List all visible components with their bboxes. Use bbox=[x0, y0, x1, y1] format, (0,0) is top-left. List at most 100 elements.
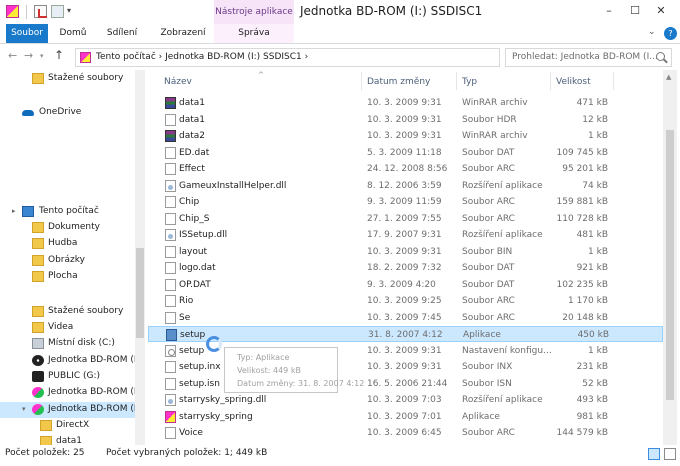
up-arrow-icon[interactable]: ↑ bbox=[54, 48, 64, 62]
file-type: Soubor DAT bbox=[462, 147, 515, 158]
nav-item-label: Videa bbox=[48, 322, 74, 332]
properties-icon[interactable] bbox=[34, 5, 47, 18]
tab-sdileni[interactable]: Sdílení bbox=[100, 24, 144, 43]
ribbon-tab-bar: Soubor Domů Sdílení Zobrazení Správa ⌄ ? bbox=[0, 24, 680, 44]
column-divider[interactable] bbox=[613, 72, 614, 90]
column-divider[interactable] bbox=[456, 72, 457, 90]
file-row[interactable]: starrysky_spring.dll 10. 3. 2009 7:03 Rozš… bbox=[148, 392, 663, 408]
file-row[interactable]: data1 10. 3. 2009 9:31 WinRAR archiv 471 kB bbox=[148, 95, 663, 111]
minimize-button[interactable]: – bbox=[596, 0, 622, 24]
navigation-pane-scrollbar[interactable] bbox=[135, 70, 145, 445]
app-icon[interactable] bbox=[6, 5, 19, 18]
nav-item-onedrive[interactable]: OneDrive bbox=[0, 105, 135, 121]
scrollbar-thumb[interactable] bbox=[666, 130, 674, 400]
file-date: 31. 8. 2007 4:12 bbox=[368, 330, 443, 340]
nav-item-dokumenty[interactable]: Dokumenty bbox=[0, 220, 135, 236]
file-row[interactable]: starrysky_spring 10. 3. 2009 7:01 Aplikace… bbox=[148, 409, 663, 425]
nav-item-label: PUBLIC (G:) bbox=[48, 371, 101, 381]
selected-info: Počet vybraných položek: 1; 449 kB bbox=[106, 448, 268, 458]
recent-locations-chevron-icon[interactable]: ▾ bbox=[40, 52, 44, 60]
file-name: GameuxInstallHelper.dll bbox=[179, 180, 287, 191]
nav-item-bd-rom-d[interactable]: Jednotka BD-ROM (D bbox=[0, 353, 141, 369]
file-row[interactable]: logo.dat 18. 2. 2009 7:32 Soubor DAT 921 kB bbox=[148, 260, 663, 276]
winrar-archive-icon bbox=[165, 130, 176, 142]
column-divider[interactable] bbox=[361, 72, 362, 90]
column-header-type[interactable]: Typ bbox=[462, 77, 477, 87]
tab-zobrazeni[interactable]: Zobrazení bbox=[152, 24, 214, 43]
file-date: 18. 2. 2009 7:32 bbox=[367, 263, 442, 273]
file-row[interactable]: data1 10. 3. 2009 9:31 Soubor HDR 12 kB bbox=[148, 112, 663, 128]
file-row[interactable]: Se 10. 3. 2009 7:45 Soubor ARC 20 148 kB bbox=[148, 310, 663, 326]
customize-quick-access-chevron-icon[interactable]: ▾ bbox=[67, 6, 71, 15]
scroll-up-chevron-icon[interactable]: ▲ bbox=[666, 73, 671, 81]
file-row[interactable]: setup 31. 8. 2007 4:12 Aplikace 450 kB bbox=[148, 326, 663, 342]
large-icons-view-icon[interactable] bbox=[664, 448, 676, 460]
maximize-button[interactable]: ☐ bbox=[622, 0, 648, 24]
help-icon[interactable]: ? bbox=[664, 27, 677, 40]
file-row[interactable]: Effect 24. 12. 2008 8:56 Soubor ARC 95 201 … bbox=[148, 161, 663, 177]
nav-item-obrazky[interactable]: Obrázky bbox=[0, 253, 135, 269]
file-date: 24. 12. 2008 8:56 bbox=[367, 164, 448, 174]
file-info-tooltip: Typ: Aplikace Velikost: 449 kB Datum změ… bbox=[224, 347, 364, 393]
search-icon[interactable] bbox=[656, 52, 665, 61]
file-row[interactable]: Voice 10. 3. 2009 6:45 Soubor ARC 144 579 k… bbox=[148, 425, 663, 441]
file-icon bbox=[165, 311, 176, 324]
tooltip-size: Velikost: 449 kB bbox=[237, 366, 301, 375]
file-name: Voice bbox=[179, 428, 203, 438]
file-date: 10. 3. 2009 7:45 bbox=[367, 312, 442, 323]
search-box[interactable]: Prohledat: Jednotka BD-ROM (I... bbox=[505, 48, 672, 67]
details-view-icon[interactable] bbox=[648, 448, 660, 460]
file-row[interactable]: Chip_S 27. 1. 2009 7:55 Soubor ARC 110 728 … bbox=[148, 211, 663, 227]
expand-ribbon-chevron-icon[interactable]: ⌄ bbox=[648, 27, 656, 37]
tab-soubor[interactable]: Soubor bbox=[6, 24, 48, 43]
forward-arrow-icon[interactable]: → bbox=[24, 49, 33, 62]
collapse-chevron-icon[interactable]: ▾ bbox=[22, 405, 26, 413]
nav-item-label: OneDrive bbox=[39, 107, 82, 117]
scrollbar-thumb[interactable] bbox=[136, 248, 144, 338]
file-row[interactable]: data2 10. 3. 2009 9:31 WinRAR archiv 1 kB bbox=[148, 128, 663, 144]
file-row[interactable]: OP.DAT 9. 3. 2009 4:20 Soubor DAT 102 235 k… bbox=[148, 277, 663, 293]
expand-chevron-icon[interactable]: ▸ bbox=[12, 207, 16, 215]
music-folder-icon bbox=[32, 238, 44, 249]
nav-item-stazene-soubory-2[interactable]: Stažené soubory bbox=[0, 304, 135, 320]
nav-item-mistni-disk-c[interactable]: Místní disk (C:) bbox=[0, 336, 135, 352]
file-size: 52 kB bbox=[582, 378, 608, 389]
title-bar: ▾ Nástroje aplikace Jednotka BD-ROM (I:)… bbox=[0, 0, 680, 24]
nav-item-directx[interactable]: DirectX bbox=[0, 418, 135, 434]
file-date: 10. 3. 2009 7:03 bbox=[367, 395, 442, 405]
nav-item-plocha[interactable]: Plocha bbox=[0, 269, 135, 285]
breadcrumb[interactable]: Tento počítač › Jednotka BD-ROM (I:) SSD… bbox=[96, 52, 308, 62]
file-row[interactable]: layout 10. 3. 2009 9:31 Soubor BIN 1 kB bbox=[148, 244, 663, 260]
file-size: 159 881 kB bbox=[556, 197, 608, 207]
column-header-date[interactable]: Datum změny bbox=[367, 77, 430, 87]
file-row[interactable]: GameuxInstallHelper.dll 8. 12. 2006 3:59 R… bbox=[148, 178, 663, 194]
nav-item-stazene-soubory[interactable]: Stažené soubory bbox=[0, 71, 135, 87]
navigation-pane[interactable]: Stažené soubory OneDrive ▸ Tento počítač… bbox=[0, 70, 148, 445]
nav-item-bd-rom-i[interactable]: ▾ Jednotka BD-ROM (I: bbox=[0, 402, 140, 418]
file-row[interactable]: Chip 9. 3. 2009 11:59 Soubor ARC 159 881 kB bbox=[148, 194, 663, 210]
nav-item-hudba[interactable]: Hudba bbox=[0, 236, 135, 252]
nav-item-bd-rom-h[interactable]: Jednotka BD-ROM (H bbox=[0, 385, 141, 401]
tab-domu[interactable]: Domů bbox=[54, 24, 92, 43]
nav-item-tento-pocitac[interactable]: ▸ Tento počítač bbox=[0, 204, 135, 220]
nav-item-public-g[interactable]: PUBLIC (G:) bbox=[0, 369, 135, 385]
column-header-size[interactable]: Velikost bbox=[556, 77, 591, 87]
tab-sprava[interactable]: Správa bbox=[214, 24, 294, 43]
file-row[interactable]: Rio 10. 3. 2009 9:25 Soubor ARC 1 170 kB bbox=[148, 293, 663, 309]
file-row[interactable]: ISSetup.dll 17. 9. 2007 9:31 Rozšíření apl… bbox=[148, 227, 663, 243]
file-date: 17. 9. 2007 9:31 bbox=[367, 230, 442, 240]
column-header-name[interactable]: Název bbox=[164, 77, 192, 87]
file-list-scrollbar[interactable]: ▲ bbox=[663, 70, 677, 445]
busy-cursor-icon bbox=[206, 336, 222, 352]
address-bar[interactable]: Tento počítač › Jednotka BD-ROM (I:) SSD… bbox=[75, 48, 572, 67]
config-file-icon bbox=[165, 344, 176, 357]
file-size: 1 kB bbox=[588, 131, 608, 141]
file-date: 10. 3. 2009 9:25 bbox=[367, 296, 442, 306]
nav-item-videa[interactable]: Videa bbox=[0, 320, 135, 336]
close-button[interactable]: ✕ bbox=[648, 0, 674, 24]
file-row[interactable]: ED.dat 5. 3. 2009 11:18 Soubor DAT 109 745 … bbox=[148, 145, 663, 161]
new-folder-icon[interactable] bbox=[51, 5, 64, 18]
nav-item-data1[interactable]: data1 bbox=[0, 434, 135, 445]
back-arrow-icon[interactable]: ← bbox=[8, 49, 17, 62]
column-divider[interactable] bbox=[550, 72, 551, 90]
